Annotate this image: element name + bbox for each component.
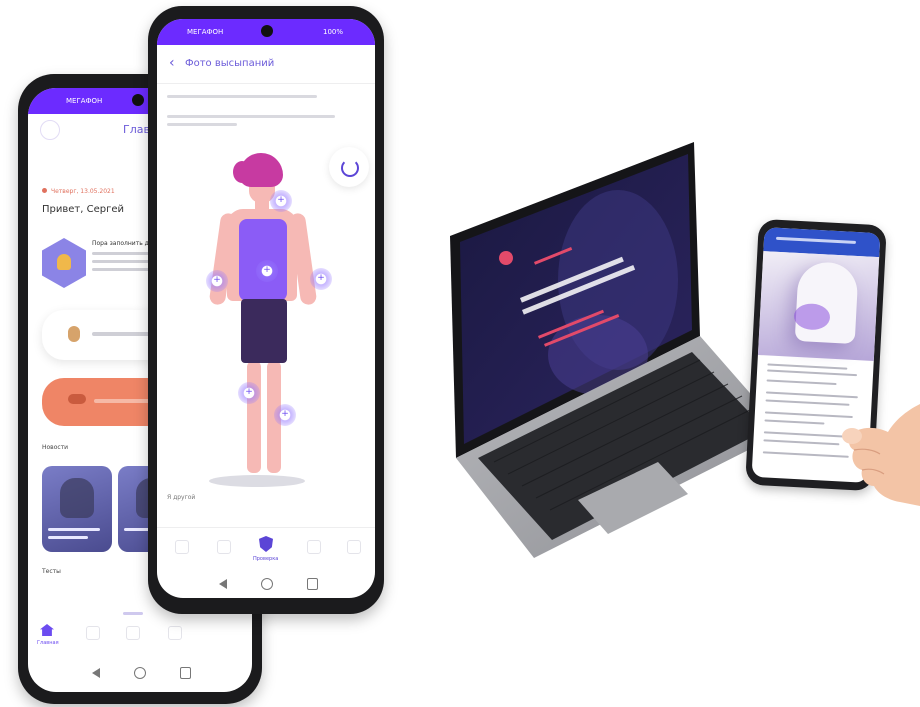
status-bar: МЕГАФОН 100%	[157, 19, 375, 45]
battery-label: 100%	[323, 28, 344, 36]
bell-icon	[57, 254, 71, 270]
back-triangle-icon[interactable]	[219, 579, 227, 589]
display-logo	[499, 251, 513, 265]
reminder-badge	[42, 238, 86, 288]
hotspot-left-arm-plus-icon[interactable]	[206, 270, 228, 292]
hotspot-left-knee-plus-icon[interactable]	[238, 382, 260, 404]
header-text-line	[775, 236, 857, 244]
front-phone-screen: МЕГАФОН 100% ‹ Фото высыпаний + + + + + …	[157, 19, 375, 598]
front-phone: МЕГАФОН 100% ‹ Фото высыпаний + + + + + …	[148, 6, 384, 614]
reminder-title: Пора заполнить д	[92, 240, 149, 247]
hair	[233, 161, 251, 183]
bottom-nav: Главная	[28, 618, 252, 652]
tests-progress	[123, 612, 143, 615]
nav-item-icon[interactable]	[175, 540, 189, 554]
hotspot-right-knee-plus-icon[interactable]	[274, 404, 296, 426]
person-photo	[60, 478, 94, 518]
pill-icon	[68, 394, 86, 404]
date-text: Четверг, 13.05.2021	[51, 188, 115, 195]
app-header: ‹ Фото высыпаний	[157, 45, 375, 84]
hint-text-line	[167, 95, 317, 98]
recent-square-icon[interactable]	[180, 667, 191, 679]
camera-notch	[261, 25, 273, 37]
shield-icon[interactable]	[259, 536, 273, 552]
laptop	[450, 142, 784, 558]
carrier-label: МЕГАФОН	[187, 28, 224, 36]
home-circle-icon[interactable]	[134, 667, 146, 679]
calendar-dot-icon	[42, 188, 47, 193]
home-icon[interactable]	[40, 624, 54, 636]
carrier-label: МЕГАФОН	[66, 97, 103, 105]
chevron-left-icon[interactable]: ‹	[169, 56, 175, 70]
post-text-line	[765, 391, 858, 399]
tests-section-title: Тесты	[42, 568, 61, 575]
nav-item-icon[interactable]	[307, 540, 321, 554]
post-text-line	[767, 369, 858, 377]
post-text-line	[767, 363, 848, 370]
recent-square-icon[interactable]	[307, 578, 318, 590]
nav-item-icon[interactable]	[168, 626, 182, 640]
back-triangle-icon[interactable]	[92, 668, 100, 678]
nav-item-icon[interactable]	[347, 540, 361, 554]
hand-icon	[68, 326, 80, 342]
menu-icon[interactable]	[40, 120, 60, 140]
news-card[interactable]	[42, 466, 112, 552]
post-image	[757, 251, 880, 362]
other-option-label[interactable]: Я другой	[167, 494, 195, 501]
page-title: Фото высыпаний	[185, 58, 275, 69]
body-figure	[157, 149, 375, 499]
news-section-title: Новости	[42, 444, 69, 451]
shoulder-figure	[794, 260, 859, 345]
hotspot-right-arm-plus-icon[interactable]	[310, 268, 332, 290]
camera-notch	[132, 94, 144, 106]
post-text-line	[766, 379, 837, 386]
news-caption-line	[48, 536, 88, 539]
system-nav	[28, 664, 252, 684]
system-nav	[157, 575, 375, 595]
nav-item-icon[interactable]	[86, 626, 100, 640]
nav-item-icon[interactable]	[126, 626, 140, 640]
hand-image	[842, 404, 920, 506]
figure-shadow	[209, 475, 305, 487]
bottom-nav: Проверка	[157, 527, 375, 572]
greeting: Привет, Сергей	[42, 204, 124, 215]
nav-active-label: Проверка	[253, 556, 279, 562]
nav-home-label: Главная	[37, 640, 59, 646]
home-circle-icon[interactable]	[261, 578, 273, 590]
reminder-text-line	[92, 268, 152, 271]
hotspot-chest-plus-icon[interactable]	[256, 260, 278, 282]
date-row: Четверг, 13.05.2021	[42, 188, 115, 195]
hint-text-line	[167, 115, 335, 118]
news-caption-line	[48, 528, 100, 531]
hotspot-face-plus-icon[interactable]	[270, 190, 292, 212]
shorts	[241, 299, 287, 363]
hint-text-line	[167, 123, 237, 126]
nav-item-icon[interactable]	[217, 540, 231, 554]
left-leg	[247, 361, 261, 473]
